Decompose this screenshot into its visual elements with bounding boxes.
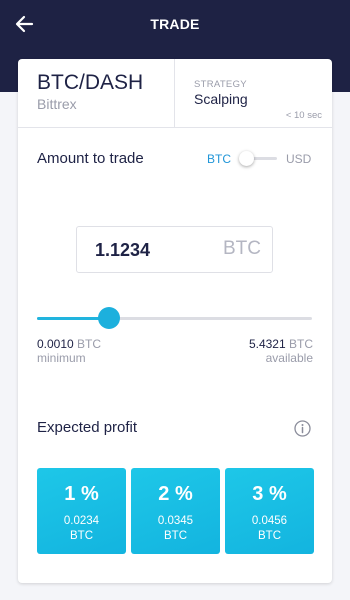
profit-percent: 3 % [252,483,287,505]
minimum-amount: 0.0010 BTC minimum [37,337,101,365]
amount-slider[interactable] [37,307,312,329]
pair-name: BTC/DASH [37,71,144,94]
profit-option-1[interactable]: 1 % 0.0234 BTC [37,468,126,554]
toggle-switch[interactable] [239,151,277,166]
toggle-option-btc[interactable]: BTC [207,152,231,166]
strategy-value: Scalping [194,91,248,107]
profit-unit: BTC [70,530,93,542]
profit-value: 0.0456 [251,515,288,527]
profit-unit: BTC [258,530,281,542]
available-caption: available [265,351,313,365]
info-button[interactable] [294,420,311,437]
exchange-name: Bittrex [37,96,77,112]
info-circle-icon [294,420,311,437]
profit-value: 0.0234 [63,515,100,527]
amount-input[interactable]: 1.1234 BTC [76,226,273,273]
available-value: 5.4321 [248,337,286,351]
page-title: TRADE [150,16,200,32]
profit-option-3[interactable]: 3 % 0.0456 BTC [225,468,314,554]
strategy-timeframe: < 10 sec [285,110,322,121]
amount-unit: BTC [223,238,261,259]
toggle-knob[interactable] [239,151,254,166]
profit-percent: 1 % [64,483,99,505]
strategy-label: STRATEGY [194,79,247,90]
available-amount: 5.4321 BTC available [249,337,313,365]
divider [18,127,332,128]
toggle-option-usd[interactable]: USD [286,152,311,166]
amount-label: Amount to trade [37,150,144,167]
amount-value: 1.1234 [95,240,151,260]
profit-percent: 2 % [158,483,193,505]
minimum-value: 0.0010 [37,337,74,351]
profit-value: 0.0345 [157,515,194,527]
pair-panel: BTC/DASH Bittrex [18,59,175,127]
strategy-selector[interactable]: STRATEGY Scalping < 10 sec [175,59,332,127]
expected-profit-label: Expected profit [37,419,138,436]
slider-thumb[interactable] [97,307,120,329]
minimum-caption: minimum [37,351,86,365]
profit-unit: BTC [164,530,187,542]
profit-option-2[interactable]: 2 % 0.0345 BTC [131,468,220,554]
trade-card: BTC/DASH Bittrex STRATEGY Scalping < 10 … [18,59,332,583]
available-unit: BTC [289,337,313,351]
minimum-unit: BTC [77,337,102,351]
